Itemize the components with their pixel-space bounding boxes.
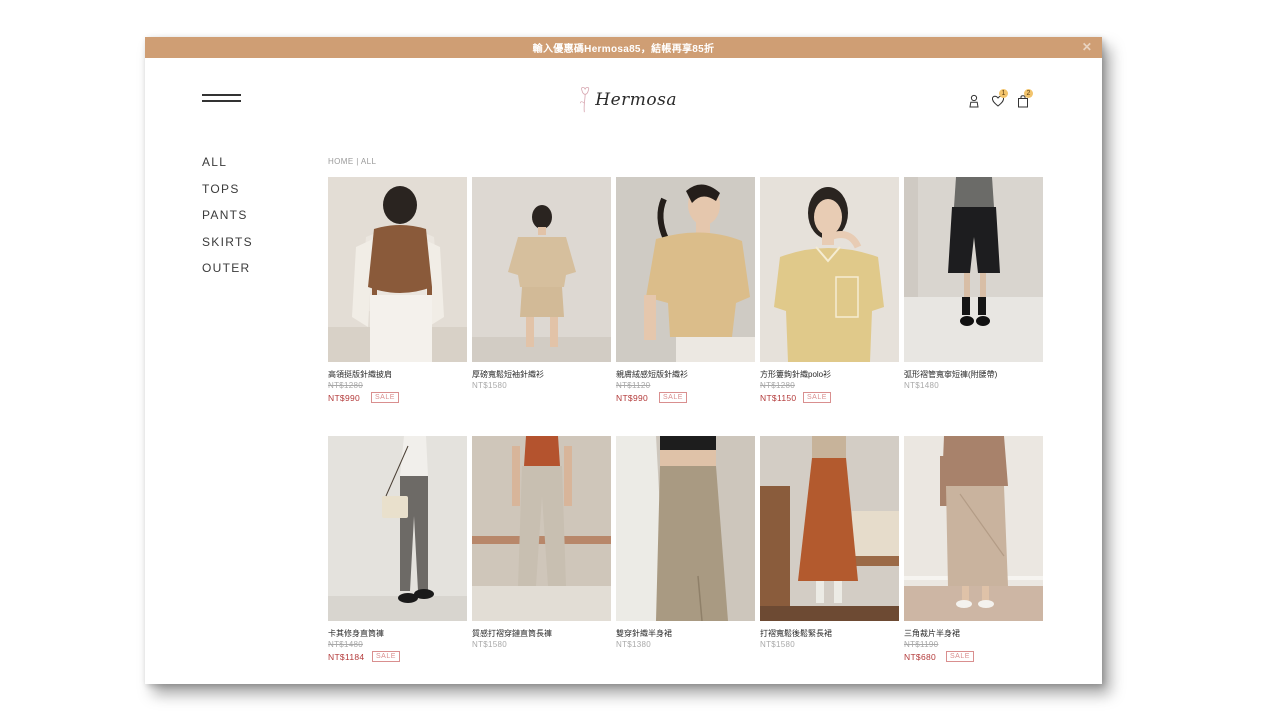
product-image[interactable] xyxy=(760,436,899,621)
breadcrumb-current[interactable]: ALL xyxy=(361,157,376,166)
product-price: NT$1580 xyxy=(472,381,508,390)
wishlist-count-badge: 1 xyxy=(999,89,1008,98)
sale-price: NT$1184 xyxy=(328,652,365,662)
product-price: NT$1580 xyxy=(472,640,508,649)
user-icon xyxy=(969,94,979,108)
product-photo-knit-skirt xyxy=(616,436,755,621)
breadcrumb: HOME | ALL xyxy=(328,157,376,166)
product-price: NT$1380 xyxy=(616,640,652,649)
menu-line xyxy=(202,100,241,102)
product-name[interactable]: 方形簍鉤針織polo衫 xyxy=(760,369,899,380)
breadcrumb-home[interactable]: HOME xyxy=(328,157,354,166)
category-all[interactable]: ALL xyxy=(202,155,282,182)
product-image[interactable] xyxy=(616,177,755,362)
category-pants[interactable]: PANTS xyxy=(202,208,282,235)
sale-badge: SALE xyxy=(659,392,687,403)
cart-button[interactable]: 2 xyxy=(1016,89,1033,109)
sale-badge: SALE xyxy=(371,392,399,403)
product-price: NT$1580 xyxy=(760,640,796,649)
original-price: NT$1190 xyxy=(904,640,939,649)
product-name[interactable]: 三角裁片半身裙 xyxy=(904,628,1043,639)
category-skirts[interactable]: SKIRTS xyxy=(202,235,282,262)
sale-badge: SALE xyxy=(803,392,831,403)
original-price: NT$1480 xyxy=(328,640,364,649)
original-price: NT$1120 xyxy=(616,381,651,390)
tulip-logo-icon xyxy=(579,86,590,113)
product-photo-shorts xyxy=(904,177,1043,362)
product-image[interactable] xyxy=(472,177,611,362)
product-photo-long-skirt xyxy=(760,436,899,621)
sale-badge: SALE xyxy=(372,651,400,662)
original-price: NT$1280 xyxy=(328,381,364,390)
product-name[interactable]: 質感打褶穿鏈直筒長褲 xyxy=(472,628,611,639)
product-name[interactable]: 打褶寬鬆後鬆緊長裙 xyxy=(760,628,899,639)
product-photo-pleated-trousers xyxy=(472,436,611,621)
sale-price: NT$680 xyxy=(904,652,937,662)
original-price: NT$1280 xyxy=(760,381,796,390)
product-image[interactable] xyxy=(328,177,467,362)
product-image[interactable] xyxy=(616,436,755,621)
product-name[interactable]: 弧形褶管寬寧短褲(附腰帶) xyxy=(904,369,1043,380)
product-photo-khaki-pants xyxy=(328,436,467,621)
category-nav: ALL TOPS PANTS SKIRTS OUTER xyxy=(202,155,282,288)
sale-price: NT$1150 xyxy=(760,393,797,403)
browser-page: 輸入優惠碼Hermosa85，結帳再享85折 ✕ Hermosa 1 2 ALL… xyxy=(145,37,1102,684)
product-photo-knit-tee xyxy=(472,177,611,362)
product-name[interactable]: 厚磅寬鬆短袖針織衫 xyxy=(472,369,611,380)
sale-badge: SALE xyxy=(946,651,974,662)
product-name[interactable]: 雙穿針織半身裙 xyxy=(616,628,755,639)
breadcrumb-separator: | xyxy=(356,157,359,166)
account-button[interactable] xyxy=(967,91,983,109)
product-image[interactable] xyxy=(472,436,611,621)
product-name[interactable]: 親膚絨感短版針織衫 xyxy=(616,369,755,380)
product-image[interactable] xyxy=(904,436,1043,621)
sale-price: NT$990 xyxy=(616,393,649,403)
category-tops[interactable]: TOPS xyxy=(202,182,282,209)
product-photo-polo xyxy=(760,177,899,362)
promo-text: 輸入優惠碼Hermosa85，結帳再享85折 xyxy=(532,44,715,55)
logo-wordmark: Hermosa xyxy=(595,90,677,110)
product-photo-cropped-knit xyxy=(616,177,755,362)
product-price: NT$1480 xyxy=(904,381,940,390)
cart-count-badge: 2 xyxy=(1024,89,1033,98)
category-outer[interactable]: OUTER xyxy=(202,261,282,288)
promo-banner[interactable]: 輸入優惠碼Hermosa85，結帳再享85折 ✕ xyxy=(145,37,1102,58)
header-actions: 1 2 xyxy=(967,89,1035,111)
wishlist-button[interactable]: 1 xyxy=(991,89,1008,109)
menu-line xyxy=(202,94,241,96)
product-photo-cape xyxy=(328,177,467,362)
sale-price: NT$990 xyxy=(328,393,361,403)
product-image[interactable] xyxy=(760,177,899,362)
product-photo-wrap-skirt xyxy=(904,436,1043,621)
hamburger-menu-button[interactable] xyxy=(202,93,242,105)
brand-logo[interactable]: Hermosa xyxy=(577,82,677,118)
product-name[interactable]: 高領挺版針織披肩 xyxy=(328,369,467,380)
product-name[interactable]: 卡其修身直筒褲 xyxy=(328,628,467,639)
product-image[interactable] xyxy=(328,436,467,621)
close-icon[interactable]: ✕ xyxy=(1080,40,1094,54)
product-image[interactable] xyxy=(904,177,1043,362)
